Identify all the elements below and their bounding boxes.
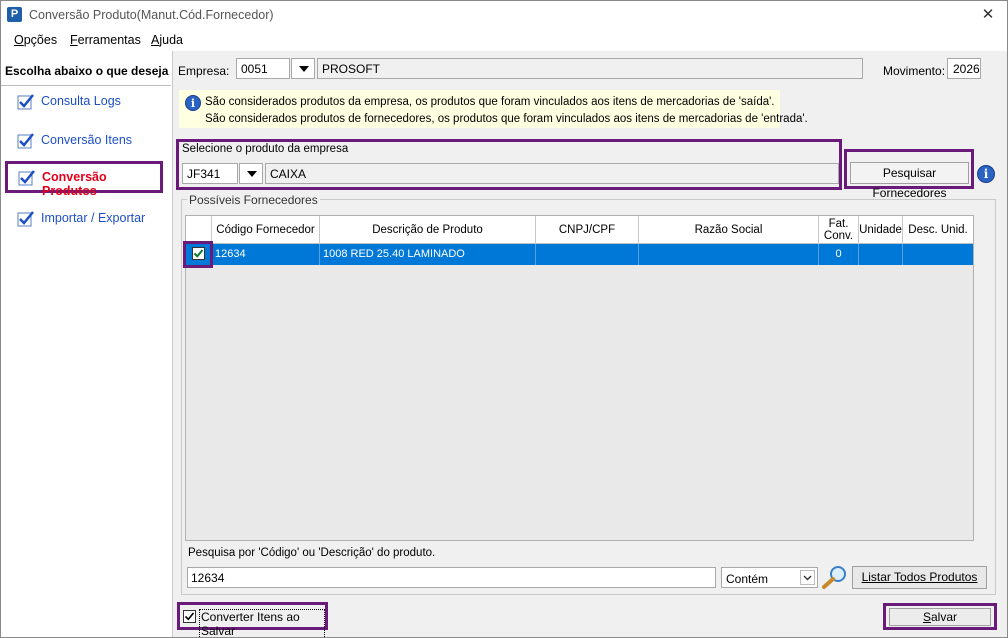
movimento-field[interactable]: 2026 <box>947 58 981 79</box>
sidebar: Escolha abaixo o que deseja Consulta Log… <box>1 51 173 637</box>
produto-description-field: CAIXA <box>265 163 839 184</box>
grid-header-unidade[interactable]: Unidade <box>859 216 903 244</box>
info-line-2: São considerados produtos de fornecedore… <box>205 113 808 125</box>
app-icon: P <box>7 7 22 22</box>
menu-bar: Opções Ferramentas Ajuda <box>1 29 1007 51</box>
listar-todos-button[interactable]: Listar Todos Produtos <box>852 566 987 589</box>
sidebar-item-label: Importar / Exportar <box>41 211 146 225</box>
produto-group: Selecione o produto da empresa JF341 CAI… <box>176 139 842 190</box>
fornecedores-legend: Possíveis Fornecedores <box>187 193 320 207</box>
sidebar-item-importar-exportar[interactable]: Importar / Exportar <box>1 206 171 232</box>
search-label: Pesquisa por 'Código' ou 'Descrição' do … <box>188 547 436 559</box>
menu-opcoes[interactable]: Opções <box>14 33 57 47</box>
search-mode-select[interactable]: Contém <box>721 567 818 588</box>
empresa-name-field: PROSOFT <box>317 58 863 79</box>
checkmark-icon <box>184 612 195 621</box>
sidebar-item-conversao-produtos[interactable]: Conversão Produtos <box>5 161 163 198</box>
cell-codigo: 12634 <box>212 244 320 265</box>
checkmark-icon <box>193 249 204 258</box>
cell-descricao: 1008 RED 25.40 LAMINADO <box>320 244 536 265</box>
produto-code-field[interactable]: JF341 <box>182 163 238 184</box>
cell-fat-conv: 0 <box>819 244 859 265</box>
grid-header-select <box>186 216 212 244</box>
empresa-dropdown-button[interactable] <box>291 58 315 79</box>
check-icon <box>17 133 34 149</box>
empresa-code-field[interactable]: 0051 <box>236 58 290 79</box>
converter-label[interactable]: Converter Itens ao Salvar <box>199 609 325 638</box>
pesquisar-fornecedores-highlight: Pesquisar Fornecedores <box>844 149 974 200</box>
grid-header-codigo[interactable]: Código Fornecedor <box>212 216 320 244</box>
converter-checkbox[interactable] <box>183 610 196 623</box>
cell-unidade <box>859 244 903 265</box>
produto-dropdown-button[interactable] <box>239 163 263 184</box>
menu-ajuda[interactable]: Ajuda <box>151 33 183 47</box>
window-title: Conversão Produto(Manut.Cód.Fornecedor) <box>29 8 274 22</box>
row-checkbox-highlight <box>183 241 213 268</box>
sidebar-item-conversao-itens[interactable]: Conversão Itens <box>1 128 171 154</box>
converter-highlight: Converter Itens ao Salvar <box>177 602 328 638</box>
search-input[interactable]: 12634 <box>187 567 716 588</box>
row-checkbox[interactable] <box>192 247 205 260</box>
title-bar: P Conversão Produto(Manut.Cód.Fornecedor… <box>1 1 1007 29</box>
listar-todos-label: Listar Todos Produtos <box>861 570 978 584</box>
cell-cnpj <box>536 244 639 265</box>
help-info-icon[interactable]: i <box>977 165 995 183</box>
search-icon[interactable] <box>821 564 849 590</box>
movimento-label: Movimento: <box>883 64 946 78</box>
grid-header-cnpj[interactable]: CNPJ/CPF <box>536 216 639 244</box>
salvar-highlight: Salvar <box>883 603 997 630</box>
main-window: P Conversão Produto(Manut.Cód.Fornecedor… <box>0 0 1008 638</box>
cell-razao <box>639 244 819 265</box>
grid-header-razao[interactable]: Razão Social <box>639 216 819 244</box>
menu-ferramentas[interactable]: Ferramentas <box>70 33 141 47</box>
sidebar-item-label: Conversão Produtos <box>42 170 107 198</box>
grid-header-descricao[interactable]: Descrição de Produto <box>320 216 536 244</box>
sidebar-header: Escolha abaixo o que deseja <box>5 64 169 78</box>
info-box: i São considerados produtos da empresa, … <box>179 90 808 128</box>
fornecedores-grid: Código Fornecedor Descrição de Produto C… <box>185 215 974 541</box>
sidebar-item-consulta-logs[interactable]: Consulta Logs <box>1 89 171 115</box>
grid-header-fat-conv[interactable]: Fat. Conv. <box>819 216 859 244</box>
pesquisar-fornecedores-button[interactable]: Pesquisar Fornecedores <box>850 162 969 200</box>
info-icon: i <box>185 95 201 111</box>
table-row[interactable]: 12634 1008 RED 25.40 LAMINADO 0 <box>186 244 973 265</box>
close-icon[interactable]: ✕ <box>977 4 999 26</box>
produto-group-label: Selecione o produto da empresa <box>182 143 349 155</box>
cell-desc-unid <box>903 244 973 265</box>
salvar-button[interactable]: Salvar <box>889 608 991 626</box>
check-icon <box>18 170 35 186</box>
sidebar-item-label: Conversão Itens <box>41 133 133 147</box>
search-mode-value: Contém <box>726 572 769 586</box>
sidebar-divider <box>1 85 171 86</box>
chevron-down-icon <box>800 570 815 585</box>
grid-header-desc-unid[interactable]: Desc. Unid. <box>903 216 973 244</box>
grid-header: Código Fornecedor Descrição de Produto C… <box>186 216 973 244</box>
check-icon <box>17 211 34 227</box>
empresa-label: Empresa: <box>178 64 230 78</box>
info-line-1: São considerados produtos da empresa, os… <box>205 96 775 108</box>
sidebar-item-label: Consulta Logs <box>41 94 121 108</box>
check-icon <box>17 94 34 110</box>
